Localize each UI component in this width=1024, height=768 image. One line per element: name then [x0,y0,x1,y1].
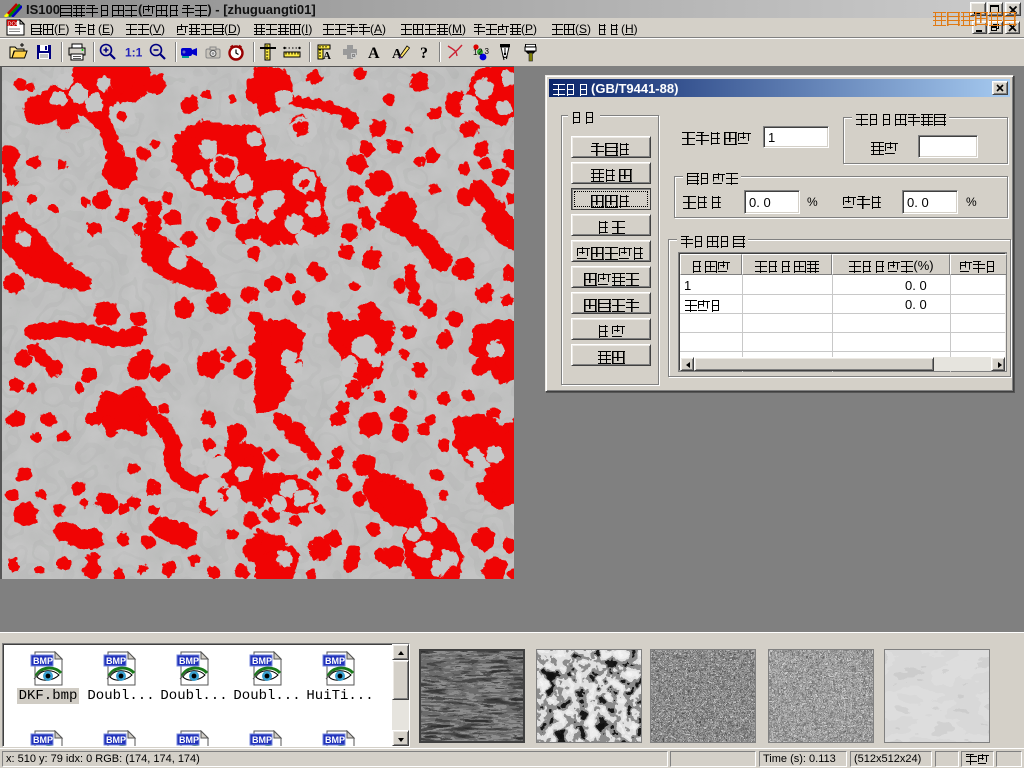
svg-text:DOC: DOC [8,22,20,28]
svg-text:BMP: BMP [325,735,345,745]
svg-text:1:1: 1:1 [125,46,143,60]
svg-text:A: A [368,45,380,62]
svg-text:BMP: BMP [252,656,272,666]
svg-text:BMP: BMP [179,735,199,745]
svg-text:?: ? [420,45,428,62]
svg-text:BMP: BMP [106,656,126,666]
svg-text:3: 3 [485,47,490,56]
svg-text:2: 2 [478,48,483,57]
svg-text:BMP: BMP [33,735,53,745]
svg-text:BMP: BMP [106,735,126,745]
svg-text:A: A [323,50,331,62]
svg-text:BMP: BMP [33,656,53,666]
svg-text:BMP: BMP [179,656,199,666]
svg-text:BMP: BMP [325,656,345,666]
svg-text:BMP: BMP [252,735,272,745]
